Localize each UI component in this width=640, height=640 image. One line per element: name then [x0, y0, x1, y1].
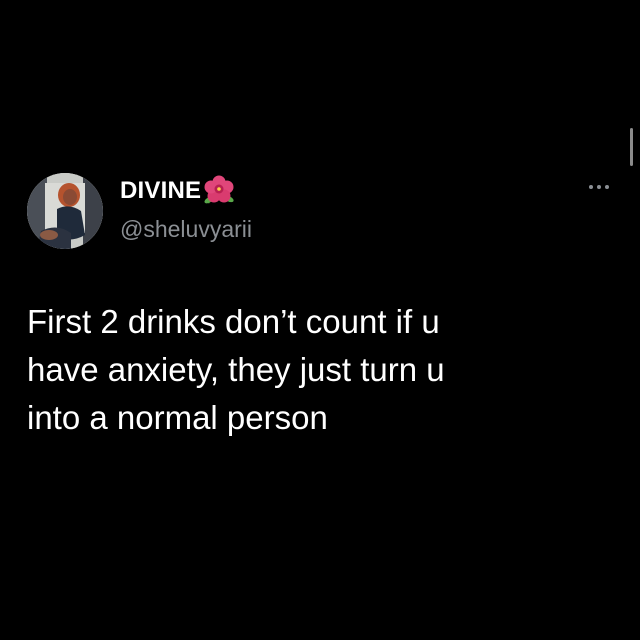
- hibiscus-flower-icon: [204, 175, 234, 204]
- user-handle[interactable]: @sheluvyarii: [120, 216, 252, 243]
- display-name[interactable]: DIVINE: [120, 177, 201, 205]
- scrollbar-indicator[interactable]: [630, 128, 633, 166]
- tweet-text: First 2 drinks don’t count if u have anx…: [27, 303, 445, 436]
- profile-photo-avatar-icon: [27, 173, 103, 249]
- avatar[interactable]: [27, 173, 103, 249]
- display-name-row: DIVINE: [120, 175, 236, 206]
- tweet-header: DIVINE @sheluvyarii: [24, 170, 616, 254]
- more-options-icon[interactable]: [586, 180, 614, 194]
